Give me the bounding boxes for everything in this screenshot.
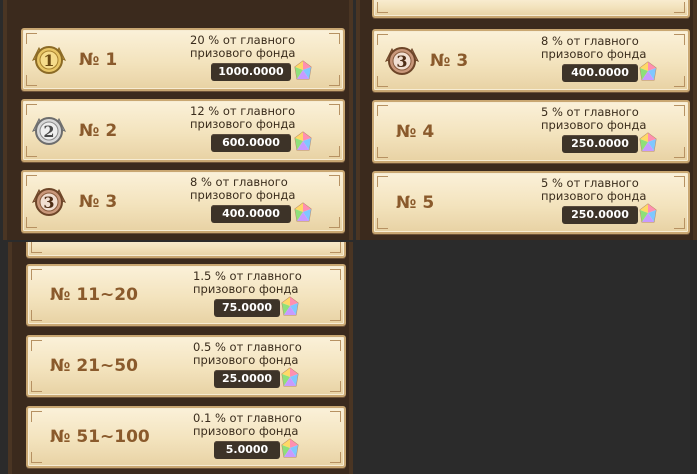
prize-amount: 5.0000: [214, 441, 280, 459]
reward-row-partial: [26, 242, 346, 258]
prize-amount: 400.0000: [211, 205, 291, 223]
svg-text:2: 2: [43, 122, 54, 141]
gold-medal-icon: 1: [31, 45, 67, 74]
reward-panel-middle-ranks: 3 № 3 8 % от главного призового фонда 40…: [356, 0, 697, 240]
rainbow-gem-icon: [281, 367, 299, 387]
rank-label: № 1: [79, 49, 118, 70]
prize-share-text: 8 % от главного призового фонда: [190, 175, 296, 202]
prize-share-text: 0.5 % от главного призового фонда: [193, 340, 302, 367]
rank-label: № 11~20: [50, 285, 138, 305]
reward-row-rank-3: 3 № 3 8 % от главного призового фонда 40…: [21, 170, 345, 233]
prize-amount: 600.0000: [211, 134, 291, 152]
reward-row-rank-51-100: № 51~100 0.1 % от главного призового фон…: [26, 406, 346, 468]
prize-amount: 250.0000: [562, 135, 638, 153]
rainbow-gem-icon: [281, 438, 299, 458]
prize-amount: 250.0000: [562, 206, 638, 224]
reward-row-rank-2: 2 № 2 12 % от главного призового фонда 6…: [21, 99, 345, 162]
prize-amount: 25.0000: [214, 370, 280, 388]
prize-amount: 1000.0000: [211, 63, 291, 81]
prize-amount: 75.0000: [214, 299, 280, 317]
prize-amount: 400.0000: [562, 64, 638, 82]
reward-row-rank-4: № 4 5 % от главного призового фонда 250.…: [372, 100, 690, 163]
rainbow-gem-icon: [294, 60, 312, 80]
prize-share-text: 12 % от главного призового фонда: [190, 104, 296, 131]
reward-panel-top-ranks: 1 № 1 20 % от главного призового фонда 1…: [3, 0, 353, 240]
prize-share-text: 8 % от главного призового фонда: [541, 34, 647, 61]
rainbow-gem-icon: [294, 131, 312, 151]
prize-share-text: 0.1 % от главного призового фонда: [193, 411, 302, 438]
prize-share-text: 5 % от главного призового фонда: [541, 105, 647, 132]
rank-label: № 4: [396, 121, 435, 142]
rainbow-gem-icon: [294, 202, 312, 222]
reward-row-rank-3: 3 № 3 8 % от главного призового фонда 40…: [372, 29, 690, 92]
rank-label: № 3: [79, 191, 118, 212]
reward-row-partial: [372, 0, 690, 18]
bronze-medal-icon: 3: [384, 46, 420, 75]
bronze-medal-icon: 3: [31, 187, 67, 216]
reward-panel-range-ranks: № 11~20 1.5 % от главного призового фонд…: [8, 242, 353, 474]
reward-row-rank-11-20: № 11~20 1.5 % от главного призового фонд…: [26, 264, 346, 326]
rainbow-gem-icon: [281, 296, 299, 316]
rainbow-gem-icon: [639, 132, 657, 152]
svg-text:3: 3: [396, 52, 407, 71]
prize-share-text: 5 % от главного призового фонда: [541, 176, 647, 203]
svg-text:1: 1: [43, 51, 54, 70]
rank-label: № 21~50: [50, 356, 138, 376]
rainbow-gem-icon: [639, 203, 657, 223]
rank-label: № 51~100: [50, 427, 150, 447]
silver-medal-icon: 2: [31, 116, 67, 145]
rank-label: № 3: [430, 50, 469, 71]
reward-row-rank-21-50: № 21~50 0.5 % от главного призового фонд…: [26, 335, 346, 397]
prize-share-text: 20 % от главного призового фонда: [190, 33, 296, 60]
rainbow-gem-icon: [639, 61, 657, 81]
reward-row-rank-5: № 5 5 % от главного призового фонда 250.…: [372, 171, 690, 234]
reward-row-rank-1: 1 № 1 20 % от главного призового фонда 1…: [21, 28, 345, 91]
svg-text:3: 3: [43, 193, 54, 212]
rank-label: № 5: [396, 192, 435, 213]
rank-label: № 2: [79, 120, 118, 141]
prize-share-text: 1.5 % от главного призового фонда: [193, 269, 302, 296]
